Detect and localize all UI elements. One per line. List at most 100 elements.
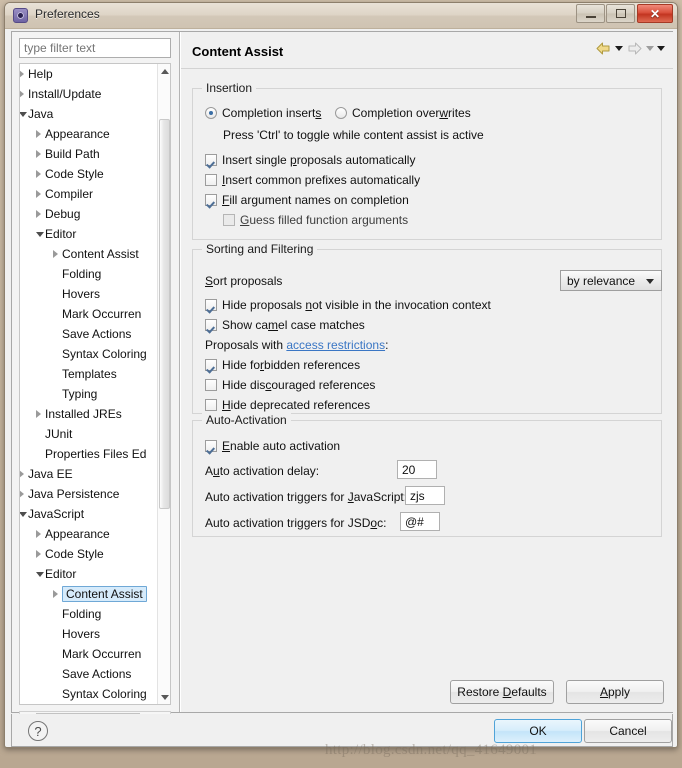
tree-vertical-scrollbar[interactable]	[157, 64, 170, 704]
checkbox-fill-argument-names[interactable]: Fill argument names on completion	[205, 193, 409, 207]
access-restrictions-link[interactable]: access restrictions	[286, 338, 385, 352]
restore-defaults-button[interactable]: Restore Defaults	[450, 680, 554, 704]
tree-expand-arrow-closed[interactable]	[53, 250, 58, 258]
tree-item-javascript[interactable]: JavaScript	[20, 504, 162, 524]
tree-vertical-scroll-thumb[interactable]	[159, 119, 170, 509]
tree-item-mark-occurren[interactable]: Mark Occurren	[20, 644, 162, 664]
tree-item-label: Help	[28, 67, 53, 81]
tree-expand-arrow-closed[interactable]	[36, 150, 41, 158]
auto-activation-delay-input[interactable]	[397, 460, 437, 479]
tree-item-save-actions[interactable]: Save Actions	[20, 324, 162, 344]
checkbox-hide-discouraged[interactable]: Hide discouraged references	[205, 378, 375, 392]
tree-item-hovers[interactable]: Hovers	[20, 284, 162, 304]
tree-expand-arrow-closed[interactable]	[20, 90, 24, 98]
maximize-button[interactable]	[606, 4, 635, 23]
tree-item-editor[interactable]: Editor	[20, 564, 162, 584]
tree-item-build-path[interactable]: Build Path	[20, 144, 162, 164]
tree-item-debug[interactable]: Debug	[20, 204, 162, 224]
dialog-footer: ? OK Cancel	[11, 714, 673, 747]
auto-activation-delay-label: Auto activation delay:	[205, 464, 320, 478]
tree-item-label: Installed JREs	[45, 407, 122, 421]
tree-item-appearance[interactable]: Appearance	[20, 524, 162, 544]
tree-expand-arrow-open[interactable]	[36, 232, 44, 237]
tree-item-content-assist[interactable]: Content Assist	[20, 244, 162, 264]
checkbox-hide-deprecated[interactable]: Hide deprecated references	[205, 398, 370, 412]
tree-item-label: Typing	[62, 387, 98, 401]
tree-item-label: Editor	[45, 567, 77, 581]
tree-expand-arrow-closed[interactable]	[53, 590, 58, 598]
tree-item-editor[interactable]: Editor	[20, 224, 162, 244]
tree-expand-arrow-closed[interactable]	[36, 130, 41, 138]
scroll-up-icon[interactable]	[158, 64, 170, 78]
tree-expand-arrow-open[interactable]	[20, 112, 27, 117]
radio-completion-inserts[interactable]: Completion inserts	[205, 106, 321, 120]
tree-item-java[interactable]: Java	[20, 104, 162, 124]
tree-expand-arrow-closed[interactable]	[36, 210, 41, 218]
tree-item-folding[interactable]: Folding	[20, 264, 162, 284]
checkbox-insert-common-prefixes[interactable]: Insert common prefixes automatically	[205, 173, 420, 187]
radio-overwrites-icon	[335, 107, 347, 119]
tree-expand-arrow-closed[interactable]	[20, 470, 24, 478]
tree-item-label: Content Assist	[62, 586, 147, 602]
back-arrow-icon[interactable]	[595, 41, 612, 56]
tree-item-installed-jres[interactable]: Installed JREs	[20, 404, 162, 424]
checkbox-label: Show camel case matches	[222, 318, 365, 332]
tree-item-compiler[interactable]: Compiler	[20, 184, 162, 204]
tree-item-label: Mark Occurren	[62, 647, 142, 661]
tree-item-install-update[interactable]: Install/Update	[20, 84, 162, 104]
checkbox-hide-not-visible[interactable]: Hide proposals not visible in the invoca…	[205, 298, 491, 312]
checkbox-label: Hide proposals not visible in the invoca…	[222, 298, 491, 312]
tree-expand-arrow-closed[interactable]	[20, 70, 24, 78]
tree-expand-arrow-open[interactable]	[20, 512, 27, 517]
checkbox-show-camel-case[interactable]: Show camel case matches	[205, 318, 365, 332]
tree-item-junit[interactable]: JUnit	[20, 424, 162, 444]
tree-item-syntax-coloring[interactable]: Syntax Coloring	[20, 684, 162, 704]
view-menu-icon[interactable]	[657, 46, 665, 51]
tree-item-content-assist[interactable]: Content Assist	[20, 584, 162, 604]
apply-button[interactable]: Apply	[566, 680, 664, 704]
checkbox-icon	[205, 299, 217, 311]
tree-item-java-persistence[interactable]: Java Persistence	[20, 484, 162, 504]
tree-item-hovers[interactable]: Hovers	[20, 624, 162, 644]
checkbox-label: Hide deprecated references	[222, 398, 371, 412]
tree-expand-arrow-closed[interactable]	[36, 170, 41, 178]
tree-item-folding[interactable]: Folding	[20, 604, 162, 624]
ok-button[interactable]: OK	[494, 719, 582, 743]
back-dropdown-icon[interactable]	[615, 46, 623, 51]
checkbox-label: Fill argument names on completion	[222, 193, 409, 207]
sort-proposals-dropdown[interactable]: by relevance	[560, 270, 662, 291]
tree-item-mark-occurren[interactable]: Mark Occurren	[20, 304, 162, 324]
checkbox-insert-single-proposals[interactable]: Insert single proposals automatically	[205, 153, 415, 167]
insertion-group: Insertion Completion inserts Completion …	[192, 81, 662, 240]
minimize-button[interactable]	[576, 4, 605, 23]
tree-item-appearance[interactable]: Appearance	[20, 124, 162, 144]
close-button[interactable]: ✕	[637, 4, 673, 23]
help-button[interactable]: ?	[28, 721, 48, 741]
tree-item-code-style[interactable]: Code Style	[20, 164, 162, 184]
tree-expand-arrow-closed[interactable]	[36, 550, 41, 558]
preferences-tree[interactable]: Help Install/Update Java Appearance Build Pa…	[19, 63, 171, 705]
checkbox-enable-auto-activation[interactable]: Enable auto activation	[205, 439, 340, 453]
checkbox-hide-forbidden[interactable]: Hide forbidden references	[205, 358, 360, 372]
tree-item-templates[interactable]: Templates	[20, 364, 162, 384]
tree-item-save-actions[interactable]: Save Actions	[20, 664, 162, 684]
tree-item-help[interactable]: Help	[20, 64, 162, 84]
filter-input[interactable]	[19, 38, 171, 58]
checkbox-guess-filled-arguments[interactable]: Guess filled function arguments	[223, 213, 408, 227]
tree-expand-arrow-closed[interactable]	[36, 530, 41, 538]
tree-item-properties-files-ed[interactable]: Properties Files Ed	[20, 444, 162, 464]
scroll-down-icon[interactable]	[158, 690, 170, 704]
tree-item-code-style[interactable]: Code Style	[20, 544, 162, 564]
tree-expand-arrow-open[interactable]	[36, 572, 44, 577]
tree-item-syntax-coloring[interactable]: Syntax Coloring	[20, 344, 162, 364]
tree-item-java-ee[interactable]: Java EE	[20, 464, 162, 484]
tree-item-label: Save Actions	[62, 667, 132, 681]
tree-expand-arrow-closed[interactable]	[36, 410, 41, 418]
tree-expand-arrow-closed[interactable]	[20, 490, 24, 498]
tree-item-typing[interactable]: Typing	[20, 384, 162, 404]
auto-activation-jsdoc-input[interactable]	[400, 512, 440, 531]
cancel-button[interactable]: Cancel	[584, 719, 672, 743]
radio-completion-overwrites[interactable]: Completion overwrites	[335, 106, 471, 120]
tree-expand-arrow-closed[interactable]	[36, 190, 41, 198]
auto-activation-javascript-input[interactable]	[405, 486, 445, 505]
